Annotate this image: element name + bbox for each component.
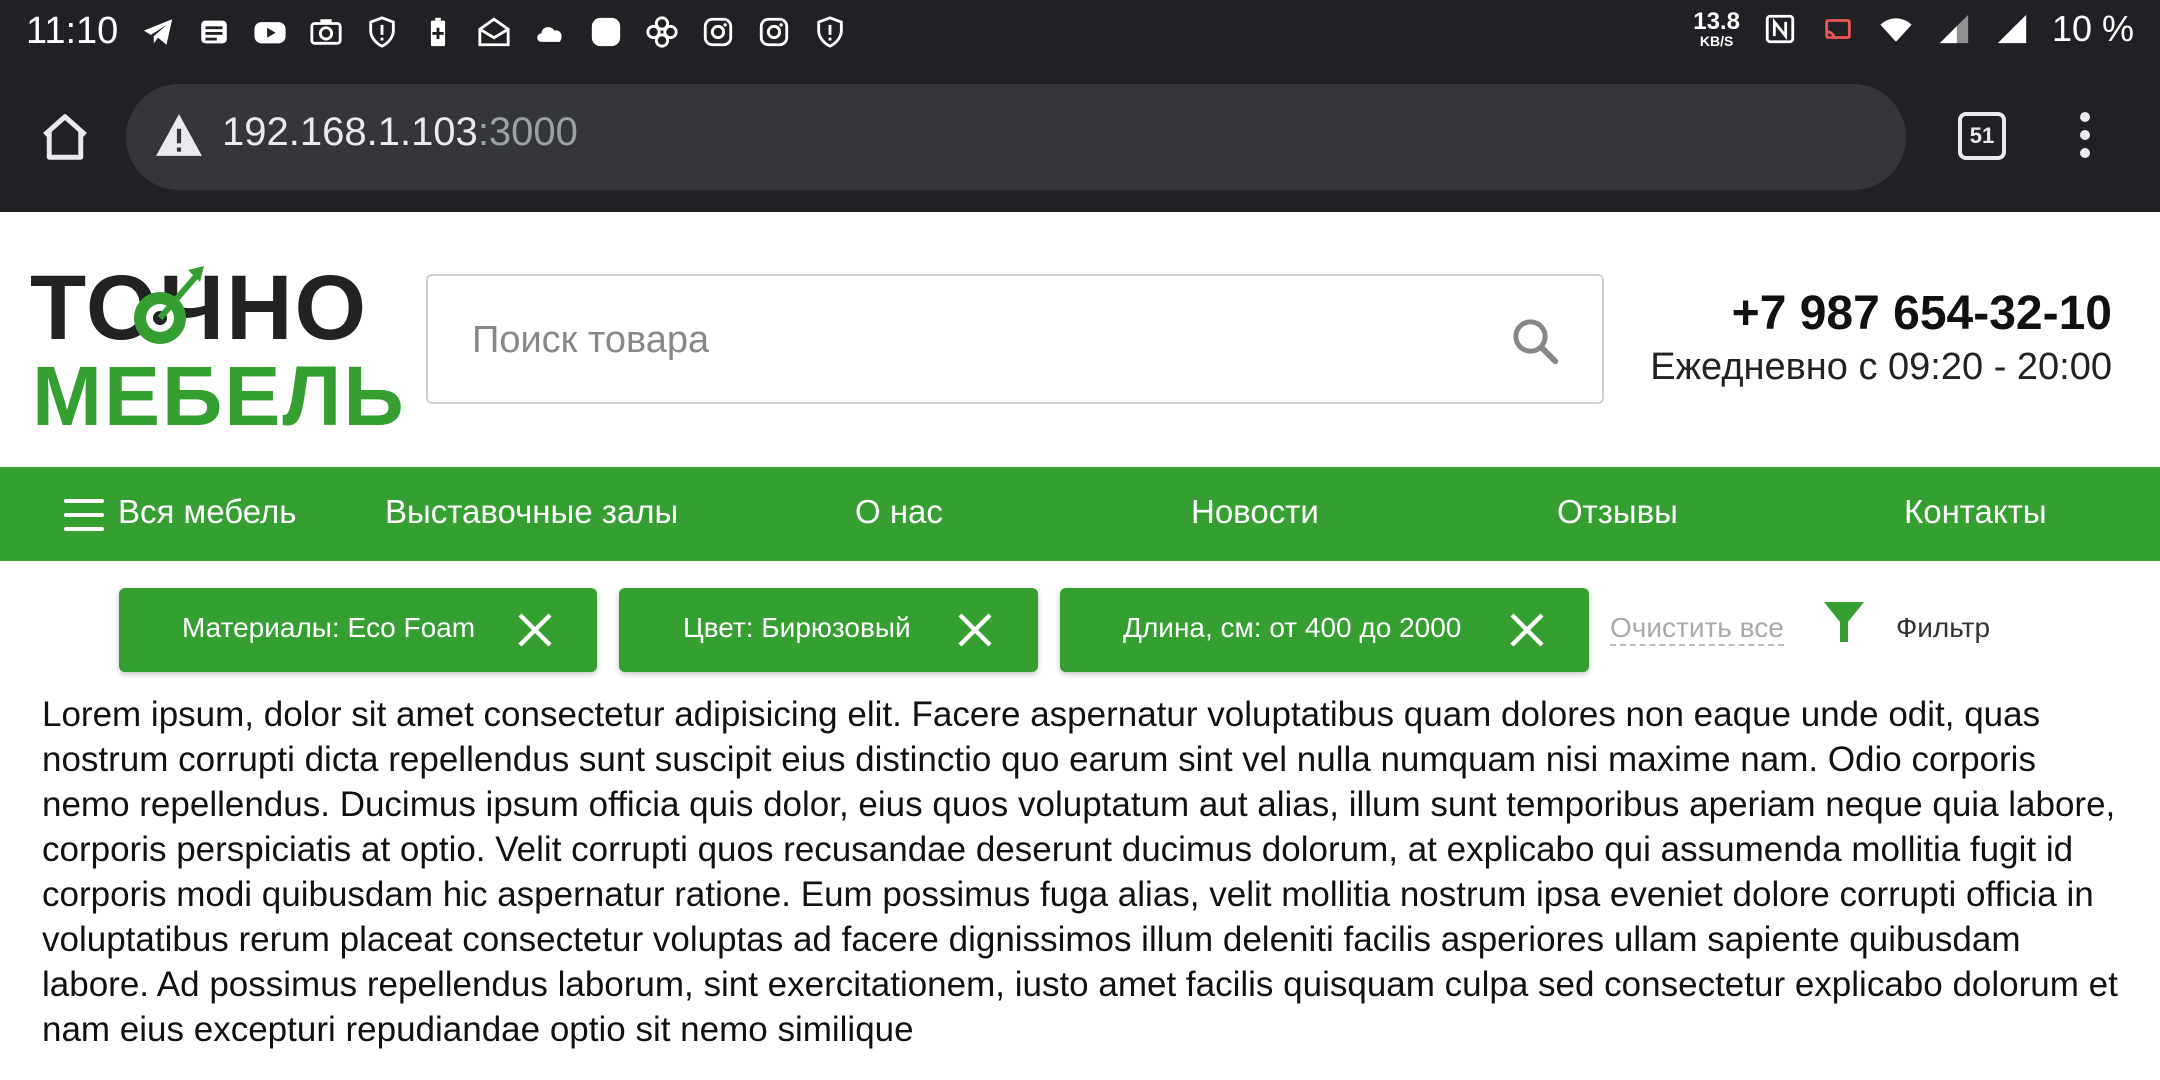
- filter-chip-label: Длина, см: от 400 до 2000: [1123, 612, 1462, 643]
- notification-icons: [140, 14, 848, 50]
- nav-item-all-furniture[interactable]: Вся мебель: [118, 493, 296, 531]
- logo-line2: МЕБЕЛЬ: [32, 349, 406, 443]
- menu-dot: [2080, 130, 2090, 140]
- signal-icon: [1994, 11, 2030, 47]
- nav-item-showrooms[interactable]: Выставочные залы: [385, 493, 678, 531]
- home-button[interactable]: [38, 110, 92, 164]
- close-icon[interactable]: [1507, 610, 1547, 650]
- network-speed: 13.8 KB/S: [1693, 8, 1740, 49]
- address-bar[interactable]: 192.168.1.103:3000: [126, 84, 1906, 190]
- close-icon[interactable]: [955, 610, 995, 650]
- filter-chip-label: Цвет: Бирюзовый: [683, 612, 911, 643]
- app-icon: [588, 14, 624, 50]
- filter-chip-color[interactable]: Цвет: Бирюзовый: [619, 588, 1038, 672]
- youtube-icon: [252, 14, 288, 50]
- menu-dot: [2080, 112, 2090, 122]
- phone-number[interactable]: +7 987 654-32-10: [1732, 286, 2112, 341]
- url-host: 192.168.1.103: [222, 110, 478, 154]
- shield-icon: [812, 14, 848, 50]
- hamburger-icon[interactable]: [64, 499, 104, 531]
- filter-icon[interactable]: [1820, 598, 1868, 646]
- description-text: Lorem ipsum, dolor sit amet consectetur …: [42, 695, 2118, 1049]
- search-input[interactable]: [472, 310, 1452, 370]
- nav-item-reviews[interactable]: Отзывы: [1557, 493, 1678, 531]
- instagram-icon: [756, 14, 792, 50]
- warning-icon[interactable]: [154, 112, 204, 158]
- working-hours: Ежедневно с 09:20 - 20:00: [1650, 346, 2112, 388]
- pinwheel-icon: [644, 14, 680, 50]
- network-speed-value: 13.8: [1693, 8, 1740, 35]
- nfc-icon: [1762, 11, 1798, 47]
- status-time: 11:10: [26, 10, 119, 52]
- instagram-icon: [700, 14, 736, 50]
- network-speed-unit: KB/S: [1699, 33, 1734, 49]
- menu-dot: [2080, 148, 2090, 158]
- telegram-icon: [140, 14, 176, 50]
- battery-level: 10 %: [2051, 8, 2134, 49]
- filter-chip-length[interactable]: Длина, см: от 400 до 2000: [1060, 588, 1589, 672]
- cast-icon: [1820, 11, 1856, 47]
- news-icon: [196, 14, 232, 50]
- camera-icon: [308, 14, 344, 50]
- filter-chip-materials[interactable]: Материалы: Eco Foam: [119, 588, 597, 672]
- filter-chip-label: Материалы: Eco Foam: [182, 612, 476, 643]
- url-text[interactable]: 192.168.1.103:3000: [222, 110, 578, 155]
- filter-button-label[interactable]: Фильтр: [1896, 612, 1990, 644]
- search-icon[interactable]: [1508, 314, 1562, 368]
- main-nav: Вся мебель Выставочные залы О нас Новост…: [0, 467, 2160, 561]
- shield-icon: [364, 14, 400, 50]
- mail-icon: [476, 14, 512, 50]
- status-bar: 11:10 13.8 KB/S 10 %: [0, 0, 2160, 64]
- close-icon[interactable]: [515, 610, 555, 650]
- cloud-icon: [532, 14, 568, 50]
- browser-toolbar: 192.168.1.103:3000 51: [0, 64, 2160, 212]
- status-right: 13.8 KB/S 10 %: [1693, 8, 2134, 50]
- battery-saver-icon: [420, 14, 456, 50]
- wifi-icon: [1878, 11, 1914, 47]
- signal-icon: [1936, 11, 1972, 47]
- nav-item-about[interactable]: О нас: [855, 493, 943, 531]
- search-box[interactable]: [426, 274, 1604, 404]
- home-icon: [43, 114, 87, 160]
- browser-menu-button[interactable]: [2070, 108, 2100, 168]
- url-port: :3000: [477, 110, 578, 154]
- site-logo[interactable]: ТОЧНО МЕБЕЛЬ: [30, 242, 404, 442]
- tab-switcher-button[interactable]: 51: [1958, 112, 2006, 160]
- site-header: ТОЧНО МЕБЕЛЬ +7 987 654-32-10 Ежедневно …: [0, 212, 2160, 467]
- nav-item-contacts[interactable]: Контакты: [1904, 493, 2047, 531]
- target-icon: [134, 266, 204, 344]
- clear-all-link[interactable]: Очистить все: [1610, 612, 1784, 646]
- nav-item-news[interactable]: Новости: [1191, 493, 1319, 531]
